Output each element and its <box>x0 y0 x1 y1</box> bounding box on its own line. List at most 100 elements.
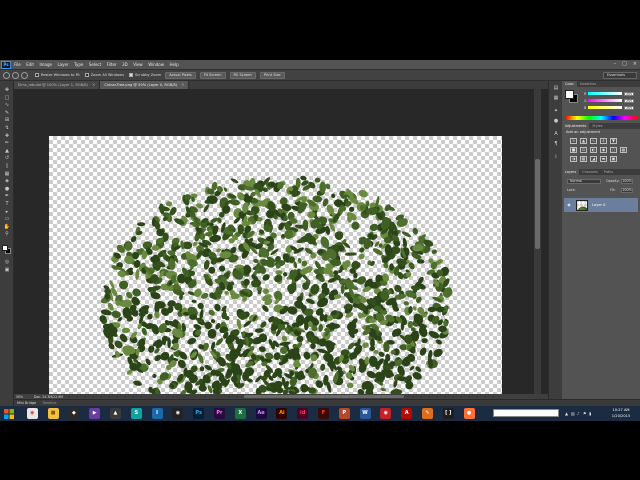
lasso-tool-icon[interactable]: ∿ <box>3 102 11 108</box>
document-info[interactable]: Doc: 24.3M/22.9M <box>34 395 63 399</box>
red-track[interactable] <box>588 92 622 95</box>
minimize-icon[interactable]: – <box>614 60 617 69</box>
blue-slider[interactable]: B 255 <box>584 105 637 110</box>
color-spectrum[interactable] <box>565 116 637 120</box>
screen-mode-icon[interactable]: ▣ <box>3 267 11 273</box>
history-panel-icon[interactable]: ▤ <box>552 85 560 92</box>
brush-tool-icon[interactable]: ✏ <box>3 140 11 146</box>
zoom-level[interactable]: 50% <box>14 395 28 399</box>
tab-channels[interactable]: Channels <box>579 169 601 175</box>
vibrance-icon[interactable]: ▼ <box>610 138 617 144</box>
flag-icon[interactable]: ⚑ <box>583 411 587 416</box>
paragraph-panel-icon[interactable]: ¶ <box>552 141 560 148</box>
blue-value[interactable]: 255 <box>624 105 634 110</box>
history-brush-icon[interactable]: ↺ <box>3 155 11 161</box>
move-tool-icon[interactable]: ✥ <box>3 87 11 93</box>
tray-arrow-icon[interactable]: ▲ <box>565 411 569 416</box>
illustrator-icon[interactable]: Ai <box>276 408 288 419</box>
menu-edit[interactable]: Edit <box>26 60 34 69</box>
curves-icon[interactable]: ∿ <box>590 138 597 144</box>
zoom-out-icon[interactable] <box>21 71 28 79</box>
firefox-icon[interactable]: ● <box>463 408 475 419</box>
color-lookup-icon[interactable]: ▦ <box>620 147 627 153</box>
paint-icon[interactable]: ✎ <box>421 408 433 419</box>
workspace-select[interactable]: Essentials <box>603 72 637 79</box>
resize-windows-checkbox[interactable]: Resize Windows to Fit <box>35 73 80 77</box>
red-slider[interactable]: R 255 <box>584 91 637 96</box>
maximize-icon[interactable]: □ <box>622 60 627 69</box>
threshold-icon[interactable]: ◢ <box>590 156 597 162</box>
vertical-scrollbar[interactable] <box>534 89 541 394</box>
fill-screen-button[interactable]: Fill Screen <box>229 71 256 79</box>
menu-view[interactable]: View <box>133 60 143 69</box>
menu-filter[interactable]: Filter <box>107 60 117 69</box>
taskbar-clock[interactable]: 10:27 AM 1/20/2015 <box>604 407 638 419</box>
blur-tool-icon[interactable]: ◈ <box>3 178 11 184</box>
tab-paths[interactable]: Paths <box>601 169 616 175</box>
visibility-eye-icon[interactable]: ◉ <box>566 202 572 208</box>
marquee-tool-icon[interactable]: □ <box>3 95 11 101</box>
hand-tool-icon[interactable]: ✋ <box>3 224 11 230</box>
tab-elms-rebuild[interactable]: Elms_rebuild @ 100% (Layer 1, RGB/8) × <box>14 81 101 89</box>
properties-panel-icon[interactable]: ▦ <box>552 95 560 102</box>
zoom-in-icon[interactable] <box>12 71 19 79</box>
unity-icon[interactable]: ◆ <box>68 408 80 419</box>
info-panel-icon[interactable]: i <box>552 154 560 161</box>
dodge-tool-icon[interactable]: ● <box>3 186 11 192</box>
network-icon[interactable]: ▨ <box>571 411 575 416</box>
color-balance-icon[interactable]: ⚖ <box>580 147 587 153</box>
menu-type[interactable]: Type <box>74 60 83 69</box>
menu-image[interactable]: Image <box>39 60 52 69</box>
invert-icon[interactable]: ◑ <box>570 156 577 162</box>
brightness-contrast-icon[interactable]: ☼ <box>570 138 577 144</box>
print-size-button[interactable]: Print Size <box>259 71 285 79</box>
green-track[interactable] <box>588 99 622 102</box>
close-icon[interactable]: × <box>633 60 637 69</box>
type-tool-icon[interactable]: T <box>3 201 11 207</box>
menu-select[interactable]: Select <box>89 60 101 69</box>
toolbox-foreground-swatch[interactable] <box>2 245 8 251</box>
quick-mask-icon[interactable]: ◎ <box>3 259 11 265</box>
word-icon[interactable]: W <box>359 408 371 419</box>
selective-color-icon[interactable]: ▣ <box>610 156 617 162</box>
photo-filter-icon[interactable]: ◉ <box>600 147 607 153</box>
eyedropper-tool-icon[interactable]: ↯ <box>3 125 11 131</box>
menu-window[interactable]: Window <box>148 60 164 69</box>
premiere-icon[interactable]: Pr <box>213 408 225 419</box>
channel-mixer-icon[interactable]: ○ <box>610 147 617 153</box>
red-value[interactable]: 255 <box>624 91 634 96</box>
sketchup-icon[interactable]: ◉ <box>380 408 392 419</box>
levels-icon[interactable]: ▲ <box>580 138 587 144</box>
shape-tool-icon[interactable]: ▭ <box>3 216 11 222</box>
maya-icon[interactable]: S <box>130 408 142 419</box>
indesign-icon[interactable]: Id <box>297 408 309 419</box>
brackets-icon[interactable]: [ ] <box>442 408 454 419</box>
aftereffects-icon[interactable]: Ae <box>255 408 267 419</box>
zoom-tool-icon[interactable]: ⚲ <box>3 231 11 237</box>
clone-stamp-icon[interactable]: ▲ <box>3 148 11 154</box>
brush-panel-icon[interactable]: ✦ <box>552 108 560 115</box>
close-icon[interactable]: × <box>181 81 184 89</box>
taskbar-search-box[interactable] <box>493 409 559 417</box>
acrobat-icon[interactable]: A <box>401 408 413 419</box>
posterize-icon[interactable]: ▩ <box>580 156 587 162</box>
menu-help[interactable]: Help <box>169 60 178 69</box>
scrollbar-thumb[interactable] <box>535 159 540 249</box>
close-icon[interactable]: × <box>92 81 95 89</box>
black-white-icon[interactable]: ◐ <box>590 147 597 153</box>
gradient-map-icon[interactable]: ▬ <box>600 156 607 162</box>
healing-brush-icon[interactable]: ✚ <box>3 133 11 139</box>
menu-layer[interactable]: Layer <box>57 60 68 69</box>
explorer-icon[interactable]: ■ <box>47 408 59 419</box>
3dsmax-icon[interactable]: I <box>151 408 163 419</box>
eraser-tool-icon[interactable]: ▯ <box>3 163 11 169</box>
powerpoint-icon[interactable]: P <box>338 408 350 419</box>
character-panel-icon[interactable]: A <box>552 131 560 138</box>
crop-tool-icon[interactable]: ⊞ <box>3 117 11 123</box>
unity-flat-icon[interactable]: ▲ <box>109 408 121 419</box>
unity-dark-icon[interactable]: ◉ <box>172 408 184 419</box>
menu-file[interactable]: File <box>14 60 21 69</box>
scrubby-zoom-checkbox[interactable]: Scrubby Zoom <box>128 73 161 77</box>
menu-3d[interactable]: 3D <box>122 60 128 69</box>
brush-presets-icon[interactable]: ● <box>552 118 560 125</box>
